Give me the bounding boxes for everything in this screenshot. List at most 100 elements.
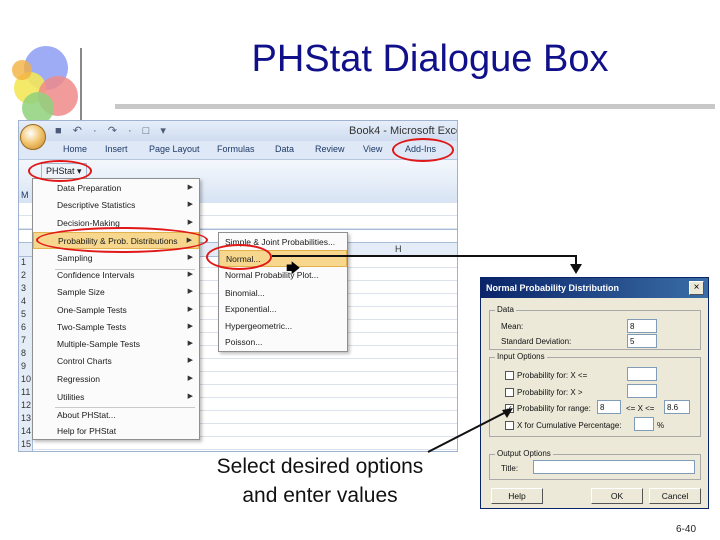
tab-add-ins[interactable]: Add-Ins [405,144,436,154]
tab-formulas[interactable]: Formulas [217,144,255,154]
percentage-input[interactable] [634,417,654,431]
submenu-arrow-icon: ▶ [187,340,193,347]
decorative-circles-logo [12,46,78,124]
help-button[interactable]: Help [491,488,543,504]
submenu-item-binomial[interactable]: Binomial... [219,285,347,302]
ribbon-tabs: Home Insert Page Layout Formulas Data Re… [19,141,457,159]
cancel-button[interactable]: Cancel [649,488,701,504]
menu-item-label: About PHStat... [57,410,116,420]
row-number: 6 [21,322,27,332]
menu-item-one-sample-tests[interactable]: One-Sample Tests ▶ [33,302,199,319]
row-number: 8 [21,348,27,358]
slide-title: PHStat Dialogue Box [251,38,609,80]
title-input[interactable] [533,460,695,474]
range-operator-label: <= X <= [626,404,655,413]
option4-checkbox[interactable] [505,421,514,430]
row-number: 2 [21,270,27,280]
submenu-item-hypergeometric[interactable]: Hypergeometric... [219,318,347,335]
option1-checkbox[interactable] [505,371,514,380]
menu-item-descriptive-statistics[interactable]: Descriptive Statistics ▶ [33,197,199,214]
menu-item-help-for-phstat[interactable]: Help for PHStat [33,423,199,440]
column-label: H [395,244,402,254]
row-number: 15 [21,439,32,449]
slide-number: 6-40 [676,524,697,535]
menu-item-label: Decision-Making [57,218,120,228]
range-high-input[interactable]: 8.6 [664,400,690,414]
close-icon[interactable]: × [689,281,704,295]
submenu-item-exponential[interactable]: Exponential... [219,301,347,318]
submenu-arrow-icon: ▶ [187,254,193,261]
option3-checkbox[interactable]: ✓ [505,404,514,413]
ok-button[interactable]: OK [591,488,643,504]
option2-input[interactable] [627,384,657,398]
menu-item-label: Utilities [57,392,85,402]
tab-insert[interactable]: Insert [105,144,128,154]
mean-input[interactable]: 8 [627,319,657,333]
mean-label: Mean: [501,322,524,331]
option1-label: Probability for: X <= [517,371,588,380]
mouse-pointer-icon: 🡆 [286,260,301,276]
row-number: 5 [21,309,27,319]
menu-item-decision-making[interactable]: Decision-Making ▶ [33,215,199,232]
menu-item-utilities[interactable]: Utilities ▶ [33,389,199,406]
row-number: 4 [21,296,27,306]
submenu-arrow-icon: ▶ [187,357,193,364]
menu-item-label: Probability & Prob. Distributions [58,236,178,246]
submenu-arrow-icon: ▶ [187,288,193,295]
submenu-arrow-icon: ▶ [187,201,193,208]
submenu-arrow-icon: ▶ [187,375,193,382]
submenu-arrow-icon: ▶ [187,219,193,226]
normal-probability-dialog: Normal Probability Distribution × Data M… [480,277,709,509]
row-number: 9 [21,361,27,371]
row-number: 7 [21,335,27,345]
tab-review[interactable]: Review [315,144,345,154]
menu-item-data-preparation[interactable]: Data Preparation ▶ [33,180,199,197]
option2-label: Probability for: X > [517,388,583,397]
menu-item-label: Descriptive Statistics [57,200,136,210]
row-number: 1 [21,257,27,267]
row-number: 14 [21,426,32,436]
submenu-arrow-icon: ▶ [186,237,192,244]
data-group-label: Data [495,305,516,314]
office-button-icon[interactable] [20,124,46,150]
option1-input[interactable] [627,367,657,381]
menu-item-about-phstat[interactable]: About PHStat... [33,407,199,424]
row-number: 3 [21,283,27,293]
output-options-label: Output Options [495,449,553,458]
submenu-item-normal-probability-plot[interactable]: Normal Probability Plot... [219,267,347,284]
option2-checkbox[interactable] [505,388,514,397]
menu-item-regression[interactable]: Regression ▶ [33,371,199,388]
menu-item-sample-size[interactable]: Sample Size ▶ [33,284,199,301]
menu-item-multiple-sample-tests[interactable]: Multiple-Sample Tests ▶ [33,336,199,353]
quick-access-toolbar[interactable]: ■ ↶ · ↷ · □ ▾ [55,124,170,137]
range-low-input[interactable]: 8 [597,400,621,414]
caption-line-1: Select desired options [216,455,424,478]
menu-item-two-sample-tests[interactable]: Two-Sample Tests ▶ [33,319,199,336]
submenu-arrow-icon: ▶ [187,306,193,313]
option3-label: Probability for range: [517,404,591,413]
tab-home[interactable]: Home [63,144,87,154]
option4-label: X for Cumulative Percentage: [517,421,622,430]
menu-item-label: Help for PHStat [57,426,117,436]
menu-item-sampling[interactable]: Sampling ▶ [33,250,199,267]
submenu-item-normal[interactable]: Normal... [219,250,347,267]
tab-view[interactable]: View [363,144,382,154]
menu-item-probability-distributions[interactable]: Probability & Prob. Distributions ▶ [33,232,199,249]
title-label: Title: [501,464,519,473]
percent-sign: % [657,421,665,430]
submenu-arrow-icon: ▶ [187,393,193,400]
menu-item-label: Confidence Intervals [57,270,135,280]
submenu-arrow-icon: ▶ [187,323,193,330]
tab-data[interactable]: Data [275,144,294,154]
title-underline [115,104,715,109]
submenu-item-poisson[interactable]: Poisson... [219,334,347,351]
menu-item-label: One-Sample Tests [57,305,127,315]
menu-item-control-charts[interactable]: Control Charts ▶ [33,353,199,370]
window-title: Book4 - Microsoft Excel [349,125,458,137]
sd-label: Standard Deviation: [501,337,572,346]
phstat-menu-button[interactable]: PHStat ▾ [41,163,87,179]
sd-input[interactable]: 5 [627,334,657,348]
menu-item-confidence-intervals[interactable]: Confidence Intervals ▶ [33,267,199,284]
submenu-item-simple-joint[interactable]: Simple & Joint Probabilities... [219,234,347,251]
tab-page-layout[interactable]: Page Layout [149,144,200,154]
